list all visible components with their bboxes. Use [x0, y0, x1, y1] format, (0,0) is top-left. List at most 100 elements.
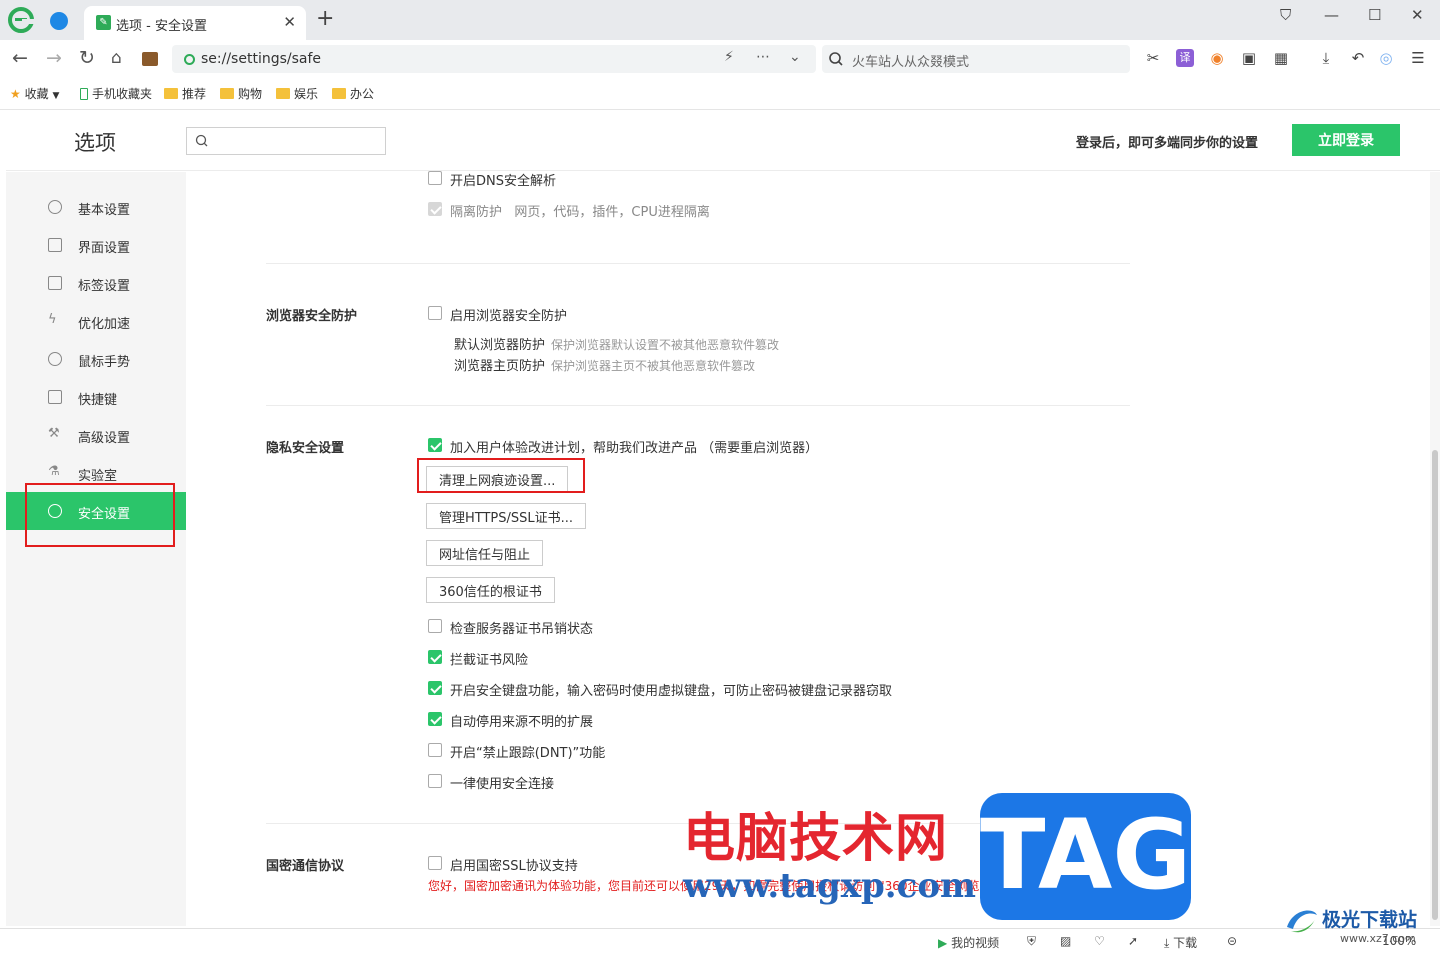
manage-certs-button[interactable]: 管理HTTPS/SSL证书...: [426, 503, 587, 529]
sidebar-item-optimize[interactable]: ϟ 优化加速: [6, 302, 186, 340]
section-title-gm-protocol: 国密通信协议: [266, 859, 345, 874]
tab-active[interactable]: ✎ 选项 - 安全设置 ✕: [84, 6, 306, 40]
my-video[interactable]: ▶ 我的视频: [938, 934, 999, 951]
tab-strip: ✎ 选项 - 安全设置 ✕ + ⛉ — ☐ ✕: [0, 0, 1440, 40]
forward-icon[interactable]: →: [46, 48, 62, 68]
shield-status-icon[interactable]: ⛨: [1027, 934, 1036, 949]
download-icon[interactable]: ⤓: [1317, 49, 1335, 67]
briefcase-icon[interactable]: [142, 52, 158, 66]
options-search-input[interactable]: [186, 127, 386, 155]
option-label: 加入用户体验改进计划，帮助我们改进产品 （需要重启浏览器）: [450, 441, 819, 456]
sidebar-item-interface[interactable]: 界面设置: [6, 226, 186, 264]
tab-close-icon[interactable]: ✕: [283, 13, 296, 31]
heart-icon[interactable]: ♡: [1094, 934, 1105, 948]
url-trust-button[interactable]: 网址信任与阻止: [426, 540, 544, 566]
bookmark-label: 购物: [238, 87, 263, 101]
close-window-icon[interactable]: ✕: [1411, 6, 1424, 24]
aurora-logo-icon: [1287, 910, 1317, 933]
image-icon[interactable]: ▨: [1060, 934, 1071, 948]
sidebar-item-advanced[interactable]: ⚒ 高级设置: [6, 416, 186, 454]
reader-icon[interactable]: ▣: [1240, 49, 1258, 67]
sidebar-item-label: 标签设置: [78, 279, 131, 294]
login-button[interactable]: 立即登录: [1292, 124, 1400, 156]
bookmark-label: 收藏: [24, 87, 49, 101]
address-bar[interactable]: se://settings/safe ⚡ ⋯ ⌄: [172, 45, 816, 73]
checkbox[interactable]: [428, 171, 442, 185]
settings-sidebar: 基本设置 界面设置 标签设置 ϟ 优化加速 鼠标手势 快捷键 ⚒ 高级设置 ⚗ 实验室…: [6, 172, 186, 926]
shirt-skin-icon[interactable]: ⛉: [1280, 6, 1291, 24]
reload-icon[interactable]: ↻: [79, 48, 95, 68]
watermark-cn-text: 电脑技术网: [683, 808, 949, 869]
folder-icon: [220, 88, 234, 99]
sidebar-item-label: 基本设置: [78, 203, 131, 218]
back-icon[interactable]: ←: [12, 48, 28, 68]
checkbox[interactable]: [428, 619, 442, 633]
checkbox-checked[interactable]: [428, 650, 442, 664]
watermark-tag-logo: TAG: [980, 793, 1191, 920]
lightning-icon: ϟ: [48, 312, 57, 327]
checkbox[interactable]: [428, 743, 442, 757]
root-cert-button[interactable]: 360信任的根证书: [426, 577, 555, 603]
lightning-icon[interactable]: ⚡: [724, 49, 734, 65]
checkbox[interactable]: [428, 774, 442, 788]
bookmark-recommend[interactable]: 推荐: [164, 85, 206, 102]
bookmark-favorites[interactable]: ★ 收藏 ▼: [10, 85, 59, 102]
options-header: 选项 登录后，即可多端同步你的设置 立即登录: [6, 111, 1440, 171]
scrollbar-thumb[interactable]: [1432, 450, 1438, 920]
bookmark-office[interactable]: 办公: [332, 85, 374, 102]
browser-logo-icon[interactable]: [8, 7, 34, 33]
isolation-detail: 网页，代码，插件，CPU进程隔离: [514, 205, 710, 220]
more-icon[interactable]: ⋯: [756, 49, 770, 65]
secure-icon: [184, 54, 195, 65]
sub-desc: 保护浏览器默认设置不被其他恶意软件篡改: [551, 338, 780, 352]
download-label: 下载: [1173, 936, 1198, 950]
bookmark-shopping[interactable]: 购物: [220, 85, 262, 102]
menu-icon[interactable]: ☰: [1409, 49, 1427, 67]
sidebar-item-mouse-gesture[interactable]: 鼠标手势: [6, 340, 186, 378]
caret-down-icon[interactable]: ▼: [52, 91, 59, 101]
flask-icon: ⚗: [48, 464, 60, 479]
game-icon[interactable]: ◉: [1208, 49, 1226, 67]
paper-plane-icon[interactable]: [50, 12, 68, 30]
page-title: 选项: [74, 131, 116, 155]
wrench-favicon-icon: ✎: [96, 15, 111, 30]
new-tab-icon[interactable]: +: [316, 8, 334, 30]
play-icon: ▶: [938, 936, 948, 950]
sidebar-item-shortcuts[interactable]: 快捷键: [6, 378, 186, 416]
download-icon: ⤓: [1164, 936, 1170, 950]
link-icon[interactable]: ⊝: [1227, 934, 1237, 948]
sub-desc: 保护浏览器主页不被其他恶意软件篡改: [551, 359, 756, 373]
home-icon[interactable]: ⌂: [111, 48, 122, 68]
checkbox[interactable]: [428, 306, 442, 320]
mouse-icon: [48, 352, 62, 366]
sidebar-item-tabs[interactable]: 标签设置: [6, 264, 186, 302]
bookmark-entertainment[interactable]: 娱乐: [276, 85, 318, 102]
url-text[interactable]: se://settings/safe: [201, 51, 321, 67]
bookmark-mobile[interactable]: 手机收藏夹: [80, 85, 152, 102]
rocket-icon[interactable]: ➚: [1128, 934, 1138, 948]
gear-icon: [48, 200, 62, 214]
maximize-icon[interactable]: ☐: [1368, 6, 1381, 24]
undo-icon[interactable]: ↶: [1349, 49, 1367, 67]
option-label: 自动停用来源不明的扩展: [450, 715, 594, 730]
checkbox: [428, 202, 442, 216]
apps-grid-icon[interactable]: ▦: [1272, 49, 1290, 67]
user-avatar-icon[interactable]: ◎: [1377, 49, 1395, 67]
checkbox-checked[interactable]: [428, 681, 442, 695]
translate-icon[interactable]: 译: [1176, 49, 1194, 67]
chevron-down-icon[interactable]: ⌄: [789, 49, 801, 65]
download-status[interactable]: ⤓ 下载: [1164, 934, 1197, 951]
watermark-tag-text: TAG: [980, 799, 1192, 911]
sub-homepage: 浏览器主页防护 保护浏览器主页不被其他恶意软件篡改: [454, 355, 755, 374]
scissors-icon[interactable]: ✂: [1144, 49, 1162, 67]
sidebar-item-basic[interactable]: 基本设置: [6, 188, 186, 226]
checkbox-checked[interactable]: [428, 438, 442, 452]
option-label: 开启DNS安全解析: [450, 174, 556, 189]
sub-label: 默认浏览器防护: [454, 338, 546, 353]
checkbox[interactable]: [428, 856, 442, 870]
search-box[interactable]: 火车站人从众叕模式: [822, 45, 1130, 73]
search-icon: [829, 52, 843, 66]
minimize-icon[interactable]: —: [1324, 6, 1339, 24]
star-icon: ★: [10, 87, 21, 101]
checkbox-checked[interactable]: [428, 712, 442, 726]
